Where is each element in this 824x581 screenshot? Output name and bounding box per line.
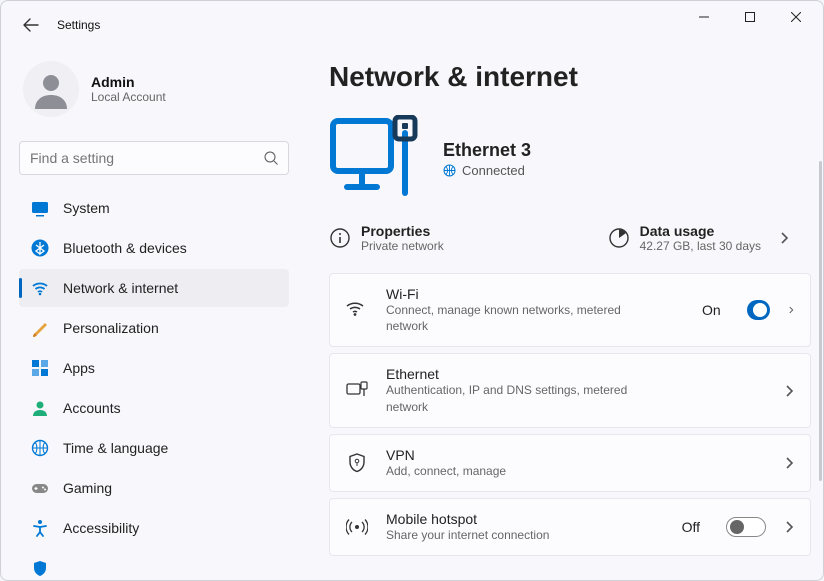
- app-title: Settings: [57, 18, 100, 32]
- nav-item-label: Network & internet: [63, 280, 178, 296]
- nav-item-accounts[interactable]: Accounts: [19, 389, 289, 427]
- nav-item-label: Accounts: [63, 400, 121, 416]
- maximize-button[interactable]: [727, 1, 773, 33]
- nav-item-label: Gaming: [63, 480, 112, 496]
- toggle-state: On: [702, 302, 721, 318]
- back-button[interactable]: [19, 13, 43, 37]
- card-title: VPN: [386, 447, 506, 463]
- search-input[interactable]: [30, 150, 264, 166]
- data-usage-link[interactable]: Data usage 42.27 GB, last 30 days: [608, 223, 761, 253]
- usage-title: Data usage: [640, 223, 761, 239]
- minimize-button[interactable]: [681, 1, 727, 33]
- search-box[interactable]: [19, 141, 289, 175]
- search-icon: [264, 151, 278, 165]
- nav-item-more[interactable]: [19, 549, 289, 580]
- usage-icon: [608, 227, 630, 249]
- card-sub: Share your internet connection: [386, 527, 549, 543]
- card-title: Wi-Fi: [386, 286, 666, 302]
- wifi-icon: [346, 299, 368, 321]
- toggle-mobile-hotspot[interactable]: [726, 517, 766, 537]
- setting-card-vpn[interactable]: VPNAdd, connect, manage: [329, 434, 811, 492]
- wifi-icon: [31, 279, 49, 297]
- nav-item-time-language[interactable]: Time & language: [19, 429, 289, 467]
- toggle-wi-fi[interactable]: [747, 300, 770, 320]
- connected-icon: [443, 164, 456, 177]
- nav-item-label: Personalization: [63, 320, 159, 336]
- avatar: [23, 61, 79, 117]
- properties-sub: Private network: [361, 239, 444, 253]
- gamepad-icon: [31, 479, 49, 497]
- monitor-ethernet-icon: [329, 115, 425, 203]
- connection-status: Connected: [443, 163, 531, 178]
- chevron-right-icon: [788, 303, 794, 317]
- toggle-state: Off: [682, 519, 700, 535]
- chevron-right-icon: [779, 231, 789, 245]
- card-title: Mobile hotspot: [386, 511, 549, 527]
- window-controls: [681, 1, 819, 49]
- summary-row: Properties Private network Data usage 42…: [329, 223, 811, 253]
- hotspot-icon: [346, 516, 368, 538]
- minimize-icon: [699, 12, 709, 22]
- main-panel: Network & internet Ethernet 3 Connected: [301, 49, 823, 580]
- avatar-icon: [31, 69, 71, 109]
- user-type: Local Account: [91, 90, 166, 104]
- chevron-right-icon: [784, 520, 794, 534]
- properties-link[interactable]: Properties Private network: [329, 223, 444, 253]
- person-icon: [31, 399, 49, 417]
- sidebar-nav: System Bluetooth & devices Network & inter…: [19, 189, 293, 580]
- nav-item-system[interactable]: System: [19, 189, 289, 227]
- titlebar: Settings: [1, 1, 823, 49]
- privacy-icon: [31, 559, 49, 577]
- accessibility-icon: [31, 519, 49, 537]
- user-block[interactable]: Admin Local Account: [19, 55, 293, 131]
- properties-title: Properties: [361, 223, 444, 239]
- card-title: Ethernet: [386, 366, 666, 382]
- close-icon: [791, 12, 801, 22]
- nav-item-label: System: [63, 200, 110, 216]
- setting-card-wi-fi[interactable]: Wi-FiConnect, manage known networks, met…: [329, 273, 811, 347]
- nav-item-personalization[interactable]: Personalization: [19, 309, 289, 347]
- user-name: Admin: [91, 74, 166, 90]
- nav-item-accessibility[interactable]: Accessibility: [19, 509, 289, 547]
- system-icon: [31, 199, 49, 217]
- shield-icon: [346, 452, 368, 474]
- apps-icon: [31, 359, 49, 377]
- nav-item-label: Accessibility: [63, 520, 139, 536]
- bluetooth-icon: [31, 239, 49, 257]
- nav-item-network-internet[interactable]: Network & internet: [19, 269, 289, 307]
- chevron-right-icon: [784, 384, 794, 398]
- card-sub: Add, connect, manage: [386, 463, 506, 479]
- nav-item-label: Time & language: [63, 440, 168, 456]
- sidebar: Admin Local Account System Bluetooth & de…: [1, 49, 301, 580]
- close-button[interactable]: [773, 1, 819, 33]
- nav-item-apps[interactable]: Apps: [19, 349, 289, 387]
- nav-item-label: Bluetooth & devices: [63, 240, 187, 256]
- nav-item-bluetooth-devices[interactable]: Bluetooth & devices: [19, 229, 289, 267]
- ethernet-icon: [346, 380, 368, 402]
- back-arrow-icon: [23, 17, 39, 33]
- card-sub: Authentication, IP and DNS settings, met…: [386, 382, 666, 414]
- setting-card-mobile-hotspot[interactable]: Mobile hotspotShare your internet connec…: [329, 498, 811, 556]
- globe-icon: [31, 439, 49, 457]
- nav-item-gaming[interactable]: Gaming: [19, 469, 289, 507]
- setting-card-ethernet[interactable]: EthernetAuthentication, IP and DNS setti…: [329, 353, 811, 427]
- scrollbar[interactable]: [819, 161, 822, 481]
- card-sub: Connect, manage known networks, metered …: [386, 302, 666, 334]
- chevron-right-icon: [784, 456, 794, 470]
- pen-icon: [31, 319, 49, 337]
- connection-name: Ethernet 3: [443, 140, 531, 161]
- nav-item-label: Apps: [63, 360, 95, 376]
- info-icon: [329, 227, 351, 249]
- page-heading: Network & internet: [329, 61, 811, 93]
- usage-sub: 42.27 GB, last 30 days: [640, 239, 761, 253]
- connection-hero: Ethernet 3 Connected: [329, 115, 811, 203]
- maximize-icon: [745, 12, 755, 22]
